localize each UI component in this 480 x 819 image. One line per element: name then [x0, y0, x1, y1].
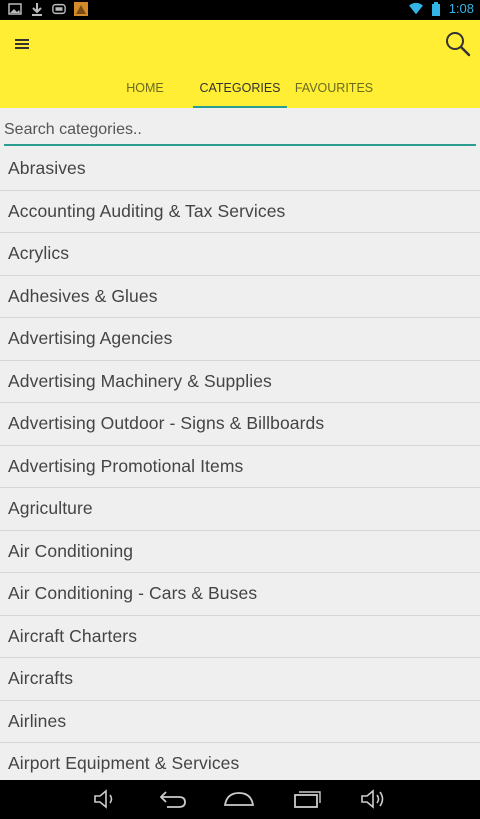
tab-label: HOME — [126, 81, 164, 95]
navigation-bar — [0, 780, 480, 819]
volume-down-icon[interactable] — [88, 786, 122, 812]
list-item[interactable]: Aircraft Charters — [0, 616, 480, 658]
list-item[interactable]: Adhesives & Glues — [0, 276, 480, 318]
menu-icon[interactable] — [12, 34, 32, 54]
download-icon — [30, 2, 44, 16]
list-item[interactable]: Advertising Agencies — [0, 318, 480, 361]
search-icon[interactable] — [444, 30, 472, 58]
tab-bar: HOME CATEGORIES FAVOURITES — [0, 72, 480, 108]
app-icon — [52, 2, 66, 16]
list-item[interactable]: Accounting Auditing & Tax Services — [0, 191, 480, 233]
list-item[interactable]: Air Conditioning — [0, 531, 480, 573]
list-item[interactable]: Airport Equipment & Services — [0, 743, 480, 780]
tab-label: CATEGORIES — [199, 81, 281, 95]
list-item[interactable]: Agriculture — [0, 488, 480, 531]
list-item[interactable]: Abrasives — [0, 148, 480, 191]
search-input[interactable] — [4, 118, 476, 146]
list-item[interactable]: Advertising Machinery & Supplies — [0, 361, 480, 403]
list-item[interactable]: Airlines — [0, 701, 480, 743]
game-icon — [74, 2, 88, 16]
list-item[interactable]: Advertising Promotional Items — [0, 446, 480, 488]
system-icons: 1:08 — [408, 1, 474, 16]
tab-home[interactable]: HOME — [104, 72, 186, 108]
image-icon — [8, 2, 22, 16]
home-icon[interactable] — [222, 786, 256, 812]
category-list: Abrasives Accounting Auditing & Tax Serv… — [0, 148, 480, 780]
tab-favourites[interactable]: FAVOURITES — [290, 72, 378, 108]
search-bar — [0, 108, 480, 148]
recents-icon[interactable] — [290, 786, 324, 812]
app-header: HOME CATEGORIES FAVOURITES — [0, 20, 480, 108]
list-item[interactable]: Air Conditioning - Cars & Buses — [0, 573, 480, 616]
tab-label: FAVOURITES — [294, 81, 374, 95]
list-item[interactable]: Aircrafts — [0, 658, 480, 701]
clock: 1:08 — [448, 1, 474, 16]
status-bar: 1:08 — [0, 0, 480, 20]
back-icon[interactable] — [155, 786, 189, 812]
wifi-icon — [408, 2, 423, 16]
notification-icons — [8, 2, 88, 16]
list-item[interactable]: Advertising Outdoor - Signs & Billboards — [0, 403, 480, 446]
list-item[interactable]: Acrylics — [0, 233, 480, 276]
volume-up-icon[interactable] — [356, 786, 390, 812]
battery-icon — [429, 1, 443, 16]
tab-categories[interactable]: CATEGORIES — [193, 72, 287, 108]
